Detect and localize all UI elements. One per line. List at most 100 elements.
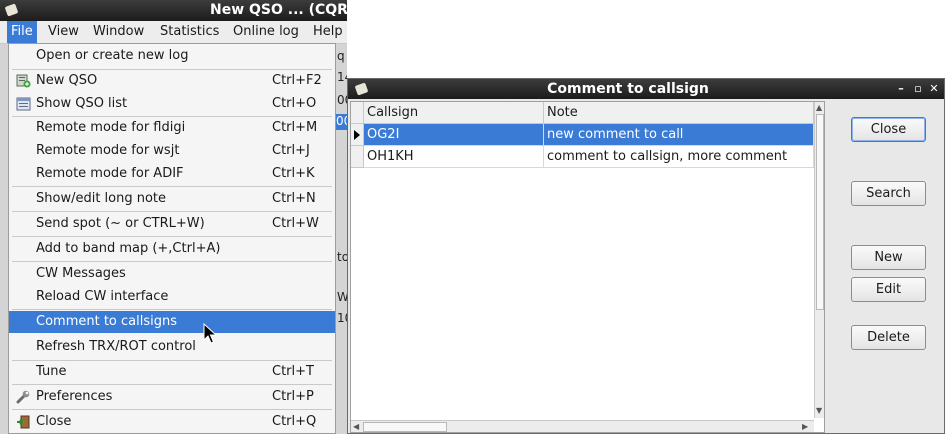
close-icon[interactable]: ✕ — [928, 79, 940, 99]
grid-cell-note[interactable]: new comment to call — [544, 124, 814, 146]
menu-item-comment-to-callsigns[interactable]: Comment to callsigns — [9, 311, 335, 333]
vertical-scrollbar[interactable]: ▲ ▼ — [814, 102, 824, 418]
menu-item-refresh-trx-rot[interactable]: Refresh TRX/ROT control — [9, 336, 335, 358]
close-button[interactable]: Close — [851, 117, 926, 142]
menu-item-label: CW Messages — [36, 266, 126, 281]
dialog-titlebar[interactable]: Comment to callsign – ▫ ✕ — [348, 79, 944, 99]
menu-item-send-spot[interactable]: Send spot (~ or CTRL+W) Ctrl+W — [9, 213, 335, 235]
menu-online-log[interactable]: Online log — [229, 21, 303, 43]
menu-separator — [12, 186, 332, 187]
menu-item-label: Tune — [36, 364, 67, 379]
scrollbar-thumb[interactable] — [363, 422, 447, 432]
menu-view[interactable]: View — [44, 21, 83, 43]
menu-item-cw-messages[interactable]: CW Messages — [9, 263, 335, 285]
new-qso-icon — [16, 74, 31, 88]
menu-item-close[interactable]: Close Ctrl+Q — [9, 411, 335, 433]
menu-item-shortcut: Ctrl+O — [272, 96, 317, 111]
menu-item-shortcut: Ctrl+N — [272, 191, 316, 206]
menu-separator — [12, 409, 332, 410]
menu-item-long-note[interactable]: Show/edit long note Ctrl+N — [9, 188, 335, 210]
scrollbar-thumb[interactable] — [816, 114, 824, 310]
menu-item-remote-fldigi[interactable]: Remote mode for fldigi Ctrl+M — [9, 117, 335, 139]
menu-item-shortcut: Ctrl+F2 — [272, 73, 322, 88]
menu-item-label: Remote mode for wsjt — [36, 143, 180, 158]
background-text: 00 — [336, 114, 347, 130]
menu-item-label: Show/edit long note — [36, 191, 167, 206]
file-menu: Open or create new log New QSO Ctrl+F2 S… — [8, 43, 336, 434]
grid-cell-note[interactable]: comment to callsign, more comment — [544, 146, 814, 168]
column-header-callsign[interactable]: Callsign — [364, 102, 544, 124]
column-header-note[interactable]: Note — [544, 102, 814, 124]
minimize-icon[interactable]: – — [895, 79, 907, 99]
menu-item-label: Reload CW interface — [36, 289, 169, 304]
menu-item-shortcut: Ctrl+W — [272, 216, 319, 231]
menu-item-preferences[interactable]: Preferences Ctrl+P — [9, 386, 335, 408]
row-indicator[interactable] — [351, 146, 364, 168]
qso-list-icon — [16, 97, 31, 111]
menu-item-label: Open or create new log — [36, 48, 189, 63]
search-button[interactable]: Search — [851, 181, 926, 206]
comment-dialog: Comment to callsign – ▫ ✕ Callsign Note … — [347, 78, 945, 434]
menu-item-label: New QSO — [36, 73, 98, 88]
menu-item-reload-cw[interactable]: Reload CW interface — [9, 286, 335, 308]
menu-item-label: Refresh TRX/ROT control — [36, 339, 196, 354]
menu-window[interactable]: Window — [89, 21, 148, 43]
main-window-titlebar[interactable]: New QSO ... (CQRL — [0, 0, 347, 21]
row-indicator[interactable] — [351, 124, 364, 146]
menu-item-shortcut: Ctrl+K — [272, 166, 315, 181]
menu-item-new-qso[interactable]: New QSO Ctrl+F2 — [9, 70, 335, 92]
menu-item-label: Close — [36, 414, 72, 429]
callsign-grid[interactable]: Callsign Note OG2I new comment to call O… — [350, 101, 825, 433]
horizontal-scrollbar[interactable]: ◀ ▶ — [351, 420, 814, 432]
menu-item-tune[interactable]: Tune Ctrl+T — [9, 361, 335, 383]
menu-item-shortcut: Ctrl+J — [272, 143, 310, 158]
grid-corner — [351, 102, 364, 124]
menu-separator — [12, 261, 332, 262]
menu-separator — [12, 309, 332, 310]
app-icon — [4, 3, 19, 17]
scroll-right-icon[interactable]: ▶ — [802, 422, 808, 431]
maximize-icon[interactable]: ▫ — [912, 79, 924, 99]
menu-item-label: Show QSO list — [36, 96, 128, 111]
menu-file[interactable]: File — [7, 21, 37, 43]
scroll-left-icon[interactable]: ◀ — [353, 422, 359, 431]
grid-cell-callsign[interactable]: OH1KH — [364, 146, 544, 168]
menu-item-shortcut: Ctrl+P — [272, 389, 314, 404]
menu-item-add-band-map[interactable]: Add to band map (+,Ctrl+A) — [9, 238, 335, 260]
wrench-icon — [16, 390, 30, 404]
main-window-title: New QSO ... (CQRL — [210, 2, 347, 18]
background-text: 14 — [337, 70, 347, 84]
menu-item-label: Send spot (~ or CTRL+W) — [36, 216, 205, 231]
menu-item-label: Add to band map (+,Ctrl+A) — [36, 241, 221, 256]
background-text: q — [337, 49, 345, 63]
background-text: to — [337, 250, 347, 264]
grid-cell-callsign[interactable]: OG2I — [364, 124, 544, 146]
menu-separator — [12, 211, 332, 212]
exit-icon — [17, 415, 30, 429]
current-row-arrow-icon — [354, 130, 360, 140]
edit-button[interactable]: Edit — [851, 277, 926, 302]
menu-item-label: Comment to callsigns — [36, 314, 177, 329]
delete-button[interactable]: Delete — [851, 325, 926, 350]
menu-item-open-log[interactable]: Open or create new log — [9, 45, 335, 67]
menu-separator — [12, 236, 332, 237]
menu-item-remote-adif[interactable]: Remote mode for ADIF Ctrl+K — [9, 163, 335, 185]
scroll-up-icon[interactable]: ▲ — [816, 103, 822, 112]
menu-help[interactable]: Help — [309, 21, 347, 43]
menu-item-shortcut: Ctrl+Q — [272, 414, 317, 429]
menu-item-show-qso-list[interactable]: Show QSO list Ctrl+O — [9, 93, 335, 115]
menu-item-shortcut: Ctrl+M — [272, 120, 318, 135]
menu-item-label: Remote mode for ADIF — [36, 166, 184, 181]
background-text: 10 — [337, 311, 347, 325]
background-text: W — [337, 290, 347, 304]
menu-item-label: Preferences — [36, 389, 113, 404]
menubar: File View Window Statistics Online log H… — [0, 21, 347, 44]
menu-item-remote-wsjt[interactable]: Remote mode for wsjt Ctrl+J — [9, 140, 335, 162]
scroll-down-icon[interactable]: ▼ — [816, 406, 822, 415]
menu-item-label: Remote mode for fldigi — [36, 120, 186, 135]
background-text: 00 — [337, 93, 347, 107]
menu-statistics[interactable]: Statistics — [156, 21, 223, 43]
menu-item-shortcut: Ctrl+T — [272, 364, 314, 379]
new-button[interactable]: New — [851, 245, 926, 270]
menu-separator — [12, 384, 332, 385]
